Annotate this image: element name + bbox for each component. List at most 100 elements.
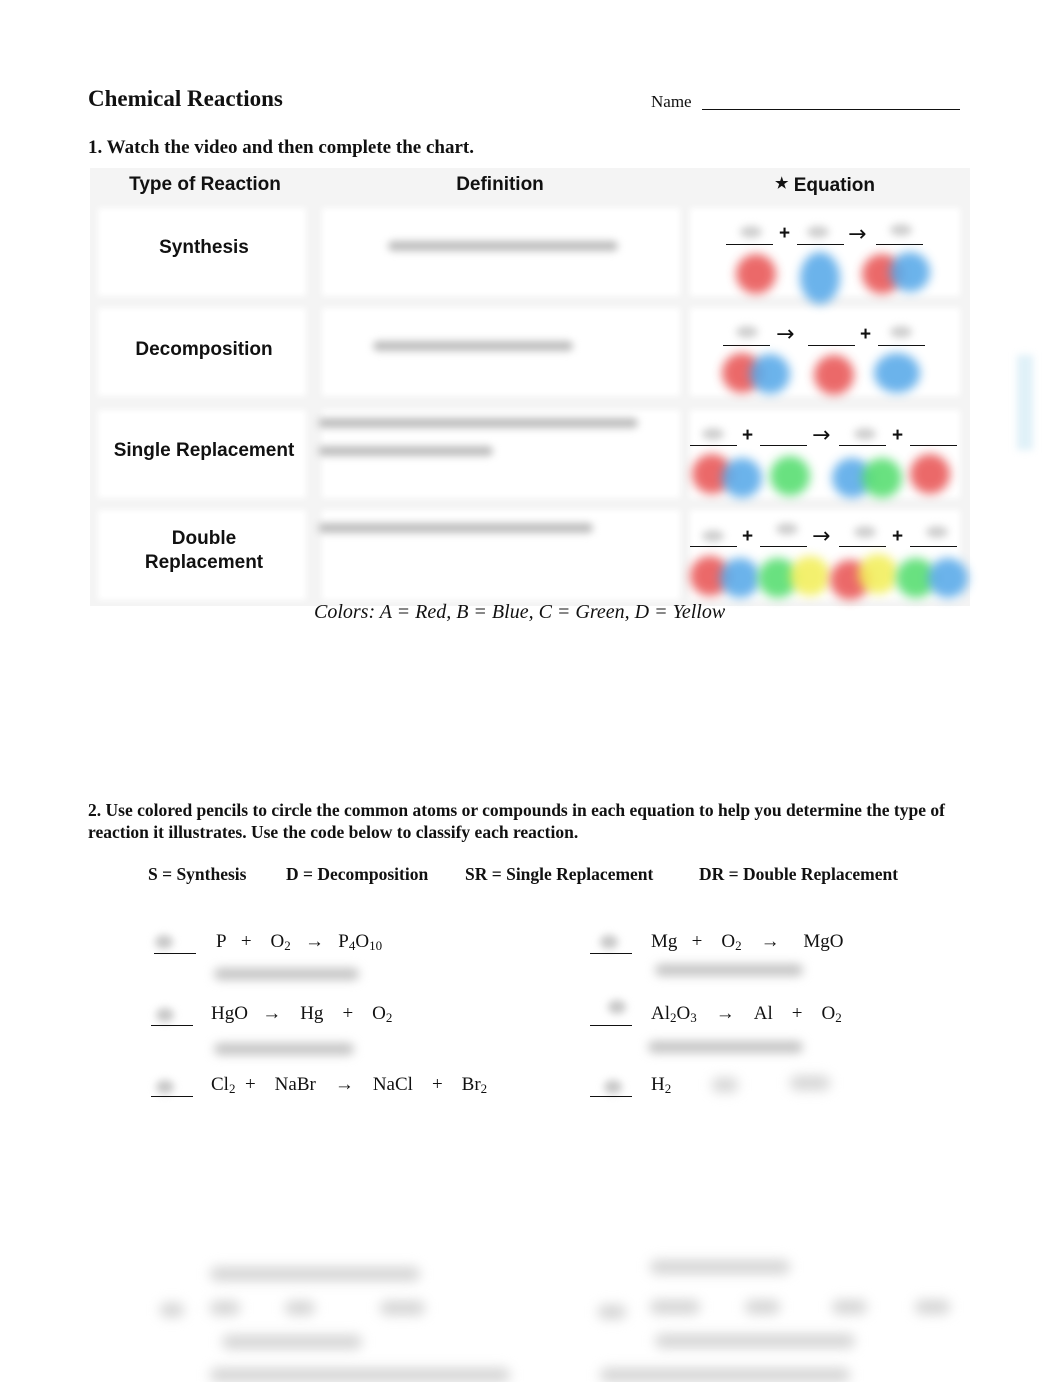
blurred-margin-note xyxy=(1017,355,1033,450)
equation-term: Al xyxy=(651,1003,670,1024)
blurred-answer xyxy=(155,935,173,949)
answer-blank-6[interactable] xyxy=(590,1096,632,1097)
equation-term: + xyxy=(431,1074,443,1095)
blurred-answer xyxy=(600,935,618,949)
equation-blank[interactable] xyxy=(690,546,737,547)
equation-term: NaBr xyxy=(274,1074,316,1095)
equation-term: → xyxy=(305,931,325,952)
blurred-problem xyxy=(650,1260,790,1274)
equation-term: Br xyxy=(461,1074,481,1095)
section1-instruction: 1. Watch the video and then complete the… xyxy=(88,137,474,158)
answer-blank-1[interactable] xyxy=(154,953,196,954)
blurred-problem xyxy=(210,1301,240,1315)
atom-green xyxy=(862,458,902,498)
equation-4: Mg + O2 → MgO xyxy=(651,931,843,954)
equation-term: 2 xyxy=(664,1081,672,1096)
answer-blank-2[interactable] xyxy=(151,1025,193,1026)
equation-term: 10 xyxy=(369,938,383,953)
equation-blank[interactable] xyxy=(876,244,923,245)
cell-definition-1[interactable] xyxy=(326,212,676,292)
plus-sign: + xyxy=(742,526,754,547)
code-double-replacement: DR = Double Replacement xyxy=(699,864,899,884)
equation-term: → xyxy=(715,1003,735,1024)
blurred-answer xyxy=(926,526,948,538)
equation-blank[interactable] xyxy=(797,244,844,245)
arrow-icon: → xyxy=(776,322,795,347)
star-icon: ★ xyxy=(774,175,789,192)
equation-term: Mg xyxy=(651,931,678,952)
equation-2: HgO → Hg + O2 xyxy=(211,1003,392,1026)
equation-blank[interactable] xyxy=(760,445,807,446)
atom-blue xyxy=(928,558,968,598)
equation-blank[interactable] xyxy=(723,345,770,346)
equation-1: P + O2 → P4O10 xyxy=(216,931,382,954)
atom-blue xyxy=(722,458,762,498)
equation-term: 2 xyxy=(228,1081,236,1096)
blurred-answer-notes xyxy=(214,1043,354,1055)
blurred-answer xyxy=(156,1008,174,1022)
blurred-problem xyxy=(600,1368,850,1382)
blurred-problem xyxy=(160,1303,184,1317)
equation-blank[interactable] xyxy=(910,445,957,446)
answer-blank-3[interactable] xyxy=(151,1096,193,1097)
equation-term: MgO xyxy=(803,931,844,952)
equation-term: → xyxy=(760,931,780,952)
equation-term: Al xyxy=(753,1003,773,1024)
equation-term: HgO xyxy=(211,1003,248,1024)
cell-definition-2[interactable] xyxy=(326,312,676,392)
type-double-line2: Replacement xyxy=(144,552,264,573)
arrow-icon: → xyxy=(848,222,867,247)
equation-term: Hg xyxy=(300,1003,324,1024)
equation-term: + xyxy=(244,1074,256,1095)
atom-green xyxy=(770,456,810,496)
equation-blank[interactable] xyxy=(726,244,773,245)
plus-sign: + xyxy=(892,425,904,446)
equation-term: O xyxy=(721,931,736,952)
equation-term: 2 xyxy=(735,938,742,953)
plus-sign: + xyxy=(860,324,872,345)
equation-term: NaCl xyxy=(372,1074,413,1095)
type-double-line1: Double xyxy=(171,528,237,549)
blurred-problem xyxy=(915,1300,950,1314)
answer-blank-5[interactable] xyxy=(590,1025,632,1026)
blurred-problem xyxy=(210,1267,420,1281)
equation-term: + xyxy=(240,931,252,952)
plus-sign: + xyxy=(779,223,791,244)
blurred-problem xyxy=(745,1300,780,1314)
blurred-answer xyxy=(807,226,829,238)
answer-blank-4[interactable] xyxy=(590,953,632,954)
equation-blank[interactable] xyxy=(910,546,957,547)
equation-blank[interactable] xyxy=(839,546,886,547)
column-header-type: Type of Reaction xyxy=(129,174,281,195)
atom-red xyxy=(814,355,854,395)
blurred-problem xyxy=(650,1300,700,1314)
reaction-chart: Type of Reaction Definition ★ Equation S… xyxy=(90,168,970,606)
equation-term: O xyxy=(270,931,285,952)
column-header-definition: Definition xyxy=(456,174,544,195)
definition-blurred-2 xyxy=(373,341,573,351)
equation-blank[interactable] xyxy=(878,345,925,346)
equation-6: H2 xyxy=(651,1074,671,1097)
equation-term: → xyxy=(334,1074,354,1095)
equation-blank[interactable] xyxy=(690,445,737,446)
type-synthesis: Synthesis xyxy=(159,237,249,258)
equation-term: H xyxy=(651,1074,665,1095)
page-title: Chemical Reactions xyxy=(88,86,283,111)
atom-blue xyxy=(720,558,760,598)
arrow-icon: → xyxy=(812,524,831,549)
blurred-problem xyxy=(285,1301,315,1315)
type-double-replacement: Double Replacement xyxy=(95,527,313,575)
name-field[interactable] xyxy=(702,109,960,110)
blurred-answer-notes xyxy=(214,968,359,980)
blurred-answer xyxy=(854,428,876,440)
section2-instruction: 2. Use colored pencils to circle the com… xyxy=(88,800,945,842)
equation-blank[interactable] xyxy=(760,546,807,547)
blurred-answer xyxy=(890,224,912,236)
equation-term: O xyxy=(821,1003,836,1024)
equation-blank[interactable] xyxy=(808,345,855,346)
code-single-replacement: SR = Single Replacement xyxy=(465,864,654,884)
blurred-answer xyxy=(608,1000,626,1014)
definition-blurred-1 xyxy=(388,241,618,251)
blurred-answer xyxy=(702,530,724,542)
equation-blank[interactable] xyxy=(839,445,886,446)
